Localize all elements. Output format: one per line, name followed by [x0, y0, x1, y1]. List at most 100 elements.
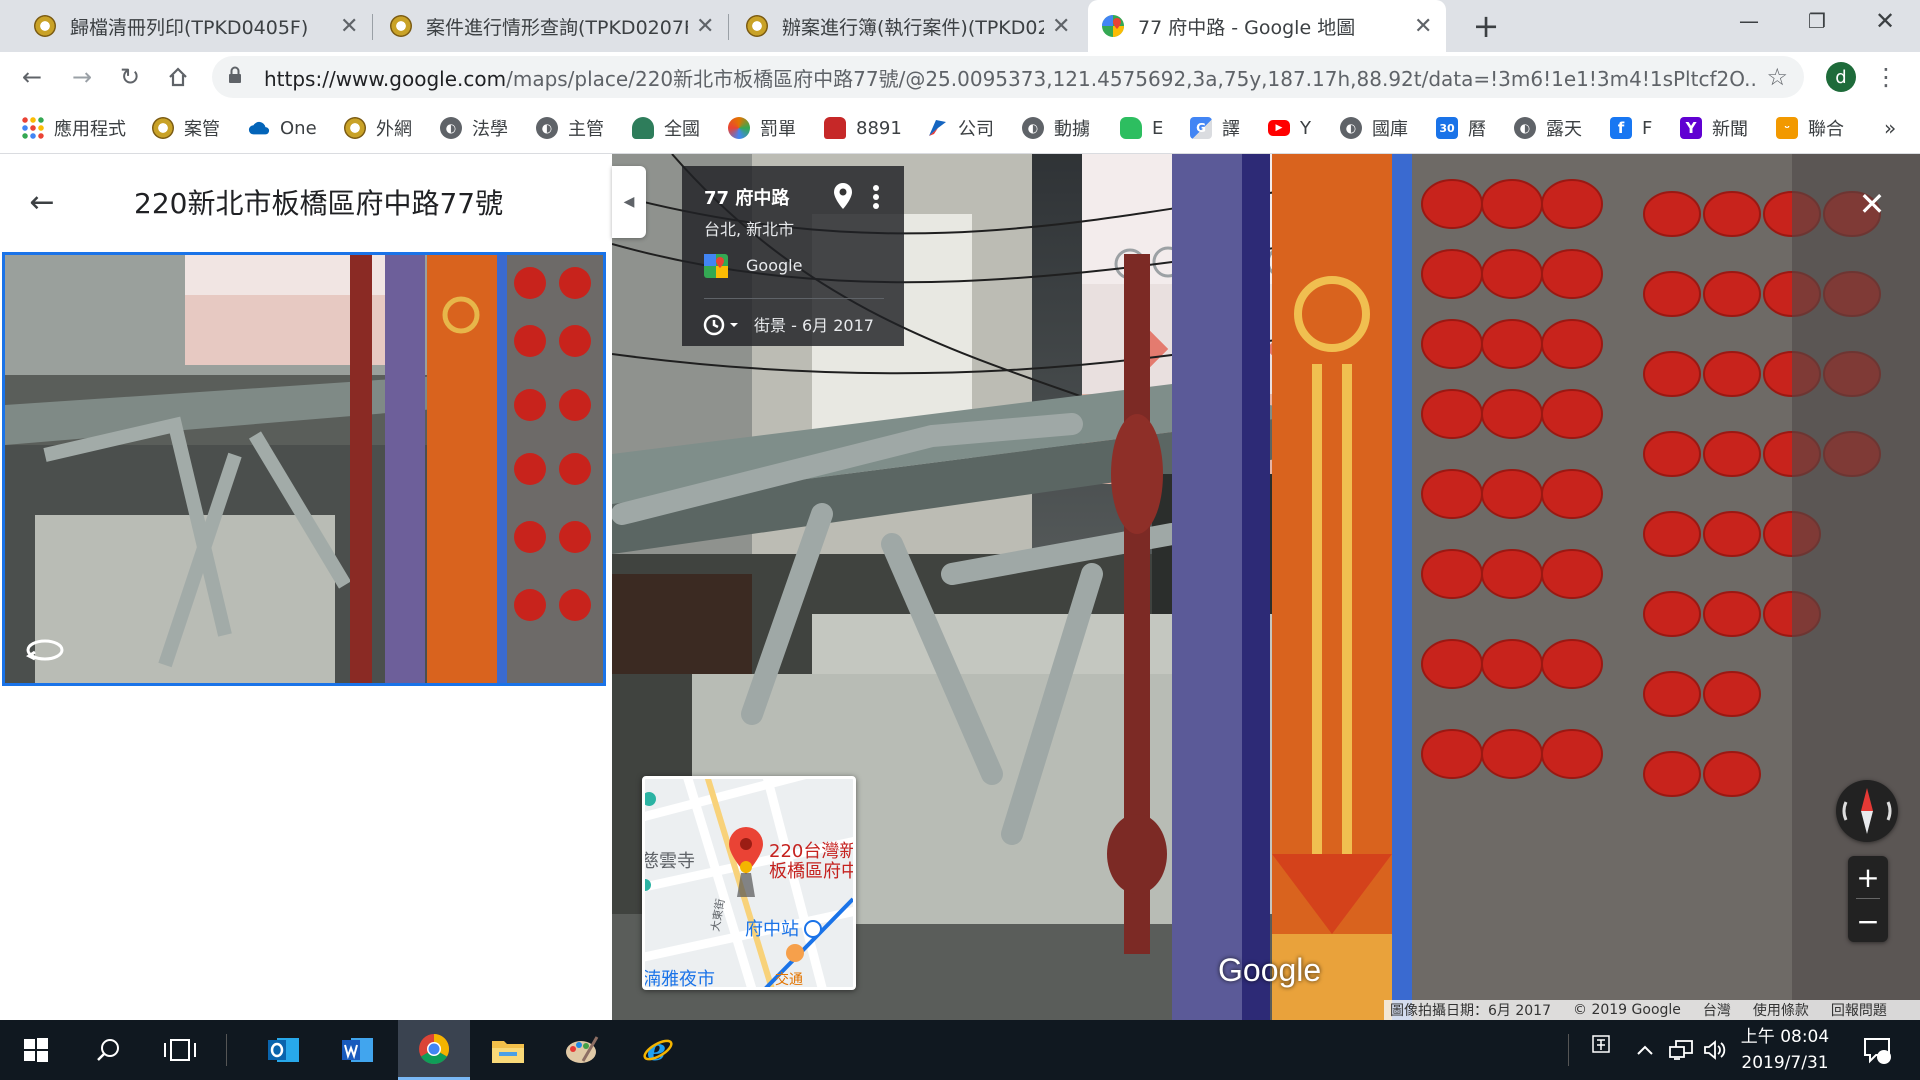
system-clock[interactable]: 上午 08:04 2019/7/31 — [1730, 1024, 1840, 1076]
task-view-button[interactable] — [144, 1020, 216, 1080]
street-address: 77 府中路 — [704, 188, 790, 209]
apps-grid-icon — [22, 117, 44, 139]
volume-icon[interactable] — [1700, 1020, 1730, 1080]
bookmark-apps[interactable]: 應用程式 — [22, 114, 126, 142]
paint-taskbar-button[interactable] — [546, 1020, 618, 1080]
window-close-button[interactable]: ✕ — [1854, 0, 1916, 42]
file-explorer-taskbar-button[interactable] — [472, 1020, 544, 1080]
zoom-in-button[interactable]: + — [1848, 856, 1888, 898]
collapse-panel-button[interactable]: ◀ — [612, 166, 646, 238]
map-pin-icon[interactable] — [832, 182, 854, 210]
tab-title: 歸檔清冊列印(TPKD0405F) — [70, 16, 309, 39]
bookmark-label: One — [280, 117, 317, 139]
temple-label: 慈雲寺 — [642, 851, 695, 872]
mini-map[interactable]: 220台灣新 板橋區府中 慈雲寺 府中站 湳雅夜市 大東街 交通 — [642, 776, 856, 990]
bookmark-label: 露天 — [1546, 119, 1582, 140]
report-problem-link[interactable]: 回報問題 — [1831, 1000, 1887, 1020]
home-icon[interactable] — [158, 57, 198, 97]
back-icon[interactable]: ← — [12, 57, 52, 97]
bookmark-item[interactable]: 全國 — [632, 114, 700, 142]
bookmark-item[interactable]: E — [1120, 114, 1163, 142]
evernote-icon — [1120, 117, 1142, 139]
tab-close-icon[interactable]: ✕ — [340, 14, 358, 39]
start-button[interactable] — [0, 1020, 72, 1080]
show-hidden-icons-chevron-icon[interactable] — [1630, 1020, 1660, 1080]
bookmark-label: 罰單 — [760, 119, 796, 140]
new-tab-button[interactable]: + — [1466, 6, 1506, 46]
network-icon[interactable] — [1664, 1020, 1698, 1080]
poi-label: 交通 — [775, 972, 803, 988]
bookmark-item[interactable]: Y 新聞 — [1680, 114, 1748, 142]
url-path: /maps/place/220新北市板橋區府中路77號/@25.0095373,… — [506, 66, 1757, 91]
browser-tab-active[interactable]: 77 府中路 - Google 地圖 ✕ — [1088, 0, 1446, 52]
calendar-30-icon: 30 — [1436, 117, 1458, 139]
pin-label: 板橋區府中 — [769, 861, 856, 882]
bookmark-item[interactable]: 罰單 — [728, 114, 796, 142]
bookmark-label: 外網 — [376, 119, 412, 140]
reload-icon[interactable]: ↻ — [110, 57, 150, 97]
bookmarks-overflow-button[interactable]: » — [1884, 114, 1896, 142]
minimize-button[interactable]: — — [1718, 0, 1780, 42]
bookmark-item[interactable]: ◐ 法學 — [440, 114, 508, 142]
bookmark-item[interactable]: ◐ 露天 — [1514, 114, 1582, 142]
flag-logo-icon — [926, 117, 948, 139]
more-options-icon[interactable] — [872, 184, 880, 210]
bookmark-item[interactable]: ◐ 國庫 — [1340, 114, 1408, 142]
zoom-out-button[interactable]: − — [1848, 900, 1888, 942]
restore-button[interactable]: ❐ — [1786, 0, 1848, 42]
imagery-provider: Google — [746, 256, 803, 275]
colorful-ball-icon — [728, 117, 750, 139]
bookmark-item[interactable]: 30 曆 — [1436, 114, 1486, 142]
outlook-taskbar-button[interactable] — [248, 1020, 320, 1080]
bookmark-item[interactable]: 外網 — [344, 114, 412, 142]
panel-back-button[interactable]: ← — [24, 184, 60, 220]
bookmark-item[interactable]: ᵕ 聯合 — [1776, 114, 1844, 142]
street-view-thumbnail[interactable] — [2, 252, 606, 686]
bookmark-item[interactable]: ◐ 主管 — [536, 114, 604, 142]
browser-tab[interactable]: 辦案進行簿(執行案件)(TPKD020 ✕ — [732, 0, 1084, 52]
bookmark-label: 法學 — [472, 119, 508, 140]
tab-close-icon[interactable]: ✕ — [1414, 14, 1432, 39]
bookmark-item[interactable]: One — [248, 114, 317, 142]
bookmark-item[interactable]: f F — [1610, 114, 1652, 142]
rotate-360-icon — [26, 639, 64, 661]
night-market-label: 湳雅夜市 — [643, 969, 715, 990]
history-clock-icon[interactable] — [702, 312, 742, 338]
google-translate-icon: G — [1190, 117, 1212, 139]
close-street-view-button[interactable]: ✕ — [1854, 185, 1890, 223]
bookmark-star-icon[interactable]: ☆ — [1766, 63, 1788, 91]
search-button[interactable] — [72, 1020, 144, 1080]
browser-tab[interactable]: 案件進行情形查詢(TPKD0207F) ✕ — [376, 0, 728, 52]
forward-icon[interactable]: → — [62, 57, 102, 97]
tab-close-icon[interactable]: ✕ — [1052, 14, 1070, 39]
ie-taskbar-button[interactable]: e — [622, 1020, 694, 1080]
bookmark-item[interactable]: ▶ Y — [1268, 114, 1311, 142]
profile-avatar[interactable]: d — [1826, 62, 1856, 92]
region-link[interactable]: 台灣 — [1703, 1000, 1731, 1020]
court-seal-icon — [344, 117, 366, 139]
bookmark-item[interactable]: 8891 — [824, 114, 902, 142]
action-center-button[interactable]: 1 — [1850, 1020, 1904, 1080]
address-bar[interactable]: https://www.google.com/maps/place/220新北市… — [212, 56, 1804, 98]
station-label: 府中站 — [745, 919, 799, 940]
capture-date: 街景 - 6月 2017 — [754, 316, 874, 335]
place-title: 220新北市板橋區府中路77號 — [134, 187, 504, 220]
browser-tab[interactable]: 歸檔清冊列印(TPKD0405F) ✕ — [20, 0, 372, 52]
compass-icon — [1842, 788, 1892, 834]
bookmark-item[interactable]: ◐ 動擄 — [1022, 114, 1090, 142]
tab-separator — [728, 14, 729, 40]
paint-palette-icon — [566, 1036, 599, 1063]
taskbar-divider — [226, 1034, 227, 1066]
yahoo-icon: Y — [1680, 117, 1702, 139]
compass-control[interactable] — [1836, 780, 1898, 842]
bookmark-item[interactable]: 公司 — [926, 114, 994, 142]
bookmark-item[interactable]: 案管 — [152, 114, 220, 142]
word-taskbar-button[interactable] — [322, 1020, 394, 1080]
bookmark-item[interactable]: G 譯 — [1190, 114, 1240, 142]
terms-link[interactable]: 使用條款 — [1753, 1000, 1809, 1020]
ime-icon[interactable] — [1586, 1014, 1616, 1074]
chrome-taskbar-button[interactable] — [398, 1020, 470, 1080]
tab-close-icon[interactable]: ✕ — [696, 14, 714, 39]
place-panel: ← 220新北市板橋區府中路77號 — [0, 154, 612, 1020]
chrome-menu-icon[interactable]: ⋮ — [1874, 60, 1898, 94]
